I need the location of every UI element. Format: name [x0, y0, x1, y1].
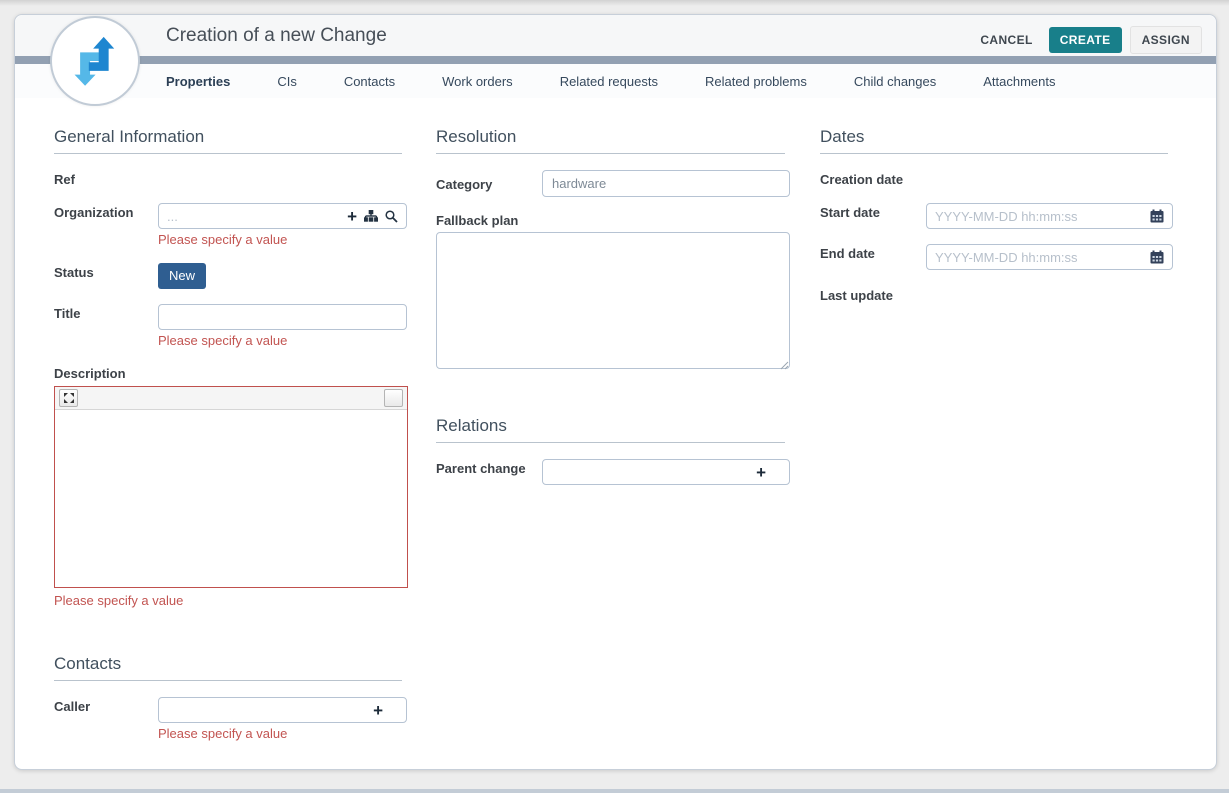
cancel-button[interactable]: CANCEL [972, 27, 1040, 53]
title-field[interactable] [158, 304, 407, 330]
tab-cis[interactable]: CIs [277, 74, 297, 89]
end-date-input[interactable] [927, 250, 1150, 265]
toolbar-collapse-icon[interactable] [384, 389, 403, 407]
change-class-icon [50, 16, 140, 106]
add-organization-icon[interactable]: + [347, 208, 357, 225]
parent-change-field-buttons: + [756, 464, 789, 481]
category-select-value: hardware [543, 176, 772, 191]
start-date-input[interactable] [927, 209, 1150, 224]
section-title-resolution: Resolution [436, 126, 785, 154]
field-label-status: Status [54, 265, 94, 280]
field-label-title: Title [54, 306, 81, 321]
description-editor[interactable] [54, 386, 408, 588]
description-editor-body[interactable] [55, 410, 407, 588]
tab-related-problems[interactable]: Related problems [705, 74, 807, 89]
validation-error-title: Please specify a value [158, 333, 287, 348]
field-label-caller: Caller [54, 699, 90, 714]
field-label-ref: Ref [54, 172, 75, 187]
caller-field[interactable]: + [158, 697, 407, 723]
tab-work-orders[interactable]: Work orders [442, 74, 513, 89]
organization-input[interactable] [159, 209, 347, 224]
field-label-start-date: Start date [820, 205, 880, 220]
tab-related-requests[interactable]: Related requests [560, 74, 658, 89]
section-title-relations: Relations [436, 415, 785, 443]
section-title-general-information: General Information [54, 126, 402, 154]
start-date-field[interactable] [926, 203, 1173, 229]
validation-error-organization: Please specify a value [158, 232, 287, 247]
create-button[interactable]: CREATE [1049, 27, 1122, 53]
tab-attachments[interactable]: Attachments [983, 74, 1055, 89]
parent-change-field[interactable]: + [542, 459, 790, 485]
field-label-parent-change: Parent change [436, 461, 526, 476]
field-label-creation-date: Creation date [820, 172, 903, 187]
calendar-icon[interactable] [1150, 209, 1164, 223]
field-label-description: Description [54, 366, 126, 381]
title-input[interactable] [159, 310, 406, 325]
hierarchy-icon[interactable] [364, 210, 378, 222]
resize-handle[interactable] [779, 357, 789, 367]
search-icon[interactable] [385, 210, 398, 223]
validation-error-description: Please specify a value [54, 593, 183, 608]
validation-error-caller: Please specify a value [158, 726, 287, 741]
start-date-buttons [1150, 209, 1172, 223]
field-label-fallback-plan: Fallback plan [436, 213, 518, 228]
end-date-field[interactable] [926, 244, 1173, 270]
header-actions: CANCEL CREATE ASSIGN [972, 26, 1202, 54]
section-title-contacts: Contacts [54, 653, 402, 681]
organization-field-buttons: + [347, 208, 406, 225]
caller-field-buttons: + [373, 702, 406, 719]
field-label-organization: Organization [54, 205, 133, 220]
change-creation-form: Creation of a new Change CANCEL CREATE A… [14, 14, 1217, 770]
tab-properties[interactable]: Properties [166, 74, 230, 89]
description-editor-toolbar [55, 387, 407, 410]
page-title: Creation of a new Change [166, 25, 387, 47]
field-label-category: Category [436, 177, 492, 192]
category-select[interactable]: hardware [542, 170, 790, 197]
tab-strip: Properties CIs Contacts Work orders Rela… [15, 64, 1216, 98]
tab-child-changes[interactable]: Child changes [854, 74, 936, 89]
caller-input[interactable] [159, 703, 373, 718]
field-label-end-date: End date [820, 246, 875, 261]
fallback-plan-textarea[interactable] [436, 232, 790, 369]
tab-contacts[interactable]: Contacts [344, 74, 395, 89]
form-header: Creation of a new Change CANCEL CREATE A… [15, 15, 1216, 58]
tab-bar-accent [15, 56, 1216, 64]
maximize-icon[interactable] [59, 389, 78, 407]
field-label-last-update: Last update [820, 288, 893, 303]
assign-button[interactable]: ASSIGN [1130, 26, 1202, 54]
end-date-buttons [1150, 250, 1172, 264]
add-parent-change-icon[interactable]: + [756, 464, 766, 481]
section-title-dates: Dates [820, 126, 1168, 154]
organization-field[interactable]: + [158, 203, 407, 229]
calendar-icon[interactable] [1150, 250, 1164, 264]
add-caller-icon[interactable]: + [373, 702, 383, 719]
parent-change-input[interactable] [543, 465, 756, 480]
status-badge: New [158, 263, 206, 289]
two-arrows-icon [64, 30, 126, 92]
